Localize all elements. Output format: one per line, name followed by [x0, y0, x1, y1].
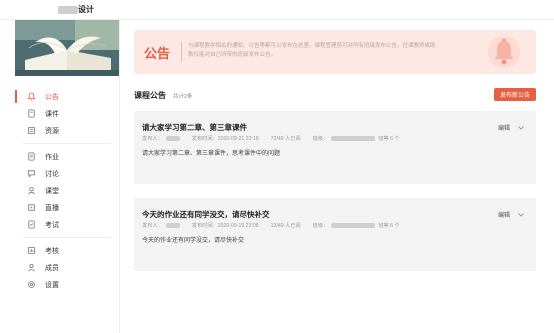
course-title: 设计: [58, 4, 94, 15]
chat-icon: [27, 169, 36, 178]
edit-dropdown[interactable]: 编辑: [498, 123, 524, 132]
sidebar-item-label: 资源: [45, 127, 59, 135]
banner-divider: [181, 42, 182, 62]
assessment-icon: [27, 246, 36, 255]
sidebar-item-members[interactable]: 成员: [15, 259, 119, 276]
nav-divider: [23, 237, 111, 238]
edit-label: 编辑: [498, 213, 511, 219]
announcement-title: 请大家学习第二章、第三章课件: [142, 123, 247, 132]
sidebar-item-courseware[interactable]: 课件: [15, 105, 119, 122]
sidebar-item-label: 成员: [45, 264, 59, 272]
class-name-redacted: [331, 136, 376, 141]
announcement-meta: 发布人： 发布时间：2020-09-21 22:18 73/49 人已阅 班级：…: [142, 136, 400, 142]
sidebar-item-label: 课堂: [45, 187, 59, 195]
top-bar: 设计: [0, 0, 554, 20]
course-cover-image: [15, 20, 119, 76]
chevron-down-icon: [518, 125, 524, 130]
announcement-title: 今天的作业还有同学没交，请尽快补交: [142, 210, 270, 219]
publisher-name-redacted: [165, 136, 180, 141]
sidebar-item-label: 设置: [45, 281, 59, 289]
sidebar-item-exam[interactable]: 考试: [15, 216, 119, 233]
chevron-down-icon: [518, 212, 524, 217]
sidebar-item-label: 考核: [45, 247, 59, 255]
sidebar-item-discussion[interactable]: 讨论: [15, 165, 119, 182]
sidebar-item-announcements[interactable]: 公告: [15, 88, 119, 105]
bell-illustration-icon: [486, 34, 522, 72]
sidebar: 公告 课件 资源 作业 讨论 课堂 直播 考试 考核 成员 设置: [0, 20, 120, 333]
sidebar-item-label: 公告: [45, 93, 59, 101]
announcement-meta: 发布人： 发布时间：2020-09-19 23:08 13/49 人已阅 班级：…: [142, 223, 400, 229]
sidebar-item-label: 课件: [45, 110, 59, 118]
notice-banner: 公告 与课程教学相关的通知、公告等都可以发布在这里。课程管理员可对所有班级发布公…: [134, 30, 536, 74]
class-name-redacted: [331, 223, 376, 228]
announcement-card: 今天的作业还有同学没交，请尽快补交 发布人： 发布时间：2020-09-19 2…: [134, 198, 536, 271]
folder-icon: [27, 126, 36, 135]
course-name-redacted: [58, 5, 78, 14]
sidebar-item-live[interactable]: 直播: [15, 199, 119, 216]
sidebar-item-classroom[interactable]: 课堂: [15, 182, 119, 199]
sidebar-item-label: 讨论: [45, 170, 59, 178]
edit-label: 编辑: [498, 126, 511, 132]
banner-title: 公告: [144, 46, 171, 61]
edit-dropdown[interactable]: 编辑: [498, 210, 524, 219]
sidebar-item-settings[interactable]: 设置: [15, 276, 119, 293]
announcement-body: 今天的作业还有同学没交，请尽快补交: [142, 238, 245, 244]
announcement-card: 请大家学习第二章、第三章课件 发布人： 发布时间：2020-09-21 22:1…: [134, 111, 536, 184]
nav-divider: [23, 143, 111, 144]
sidebar-item-label: 直播: [45, 204, 59, 212]
announcement-body: 请大家学习第二章、第三章课件，思考课件中的问题: [142, 151, 281, 157]
sidebar-item-assessment[interactable]: 考核: [15, 242, 119, 259]
assignment-icon: [27, 152, 36, 161]
document-icon: [27, 109, 36, 118]
sidebar-item-homework[interactable]: 作业: [15, 148, 119, 165]
members-icon: [27, 263, 36, 272]
publish-new-announcement-button[interactable]: 发布新公告: [494, 88, 536, 101]
banner-description: 与课程教学相关的通知、公告等都可以发布在这里。课程管理员可对所有班级发布公告，任…: [188, 43, 436, 58]
bell-icon: [27, 92, 36, 101]
live-icon: [27, 203, 36, 212]
exam-icon: [27, 220, 36, 229]
sidebar-nav: 公告 课件 资源 作业 讨论 课堂 直播 考试 考核 成员 设置: [15, 88, 119, 293]
sidebar-item-label: 考试: [45, 221, 59, 229]
classroom-icon: [27, 186, 36, 195]
publisher-name-redacted: [165, 223, 180, 228]
settings-icon: [27, 280, 36, 289]
sidebar-item-resources[interactable]: 资源: [15, 122, 119, 139]
announcement-count: 共计2条: [173, 94, 193, 100]
sidebar-item-label: 作业: [45, 153, 59, 161]
section-title: 课程公告: [134, 91, 166, 100]
